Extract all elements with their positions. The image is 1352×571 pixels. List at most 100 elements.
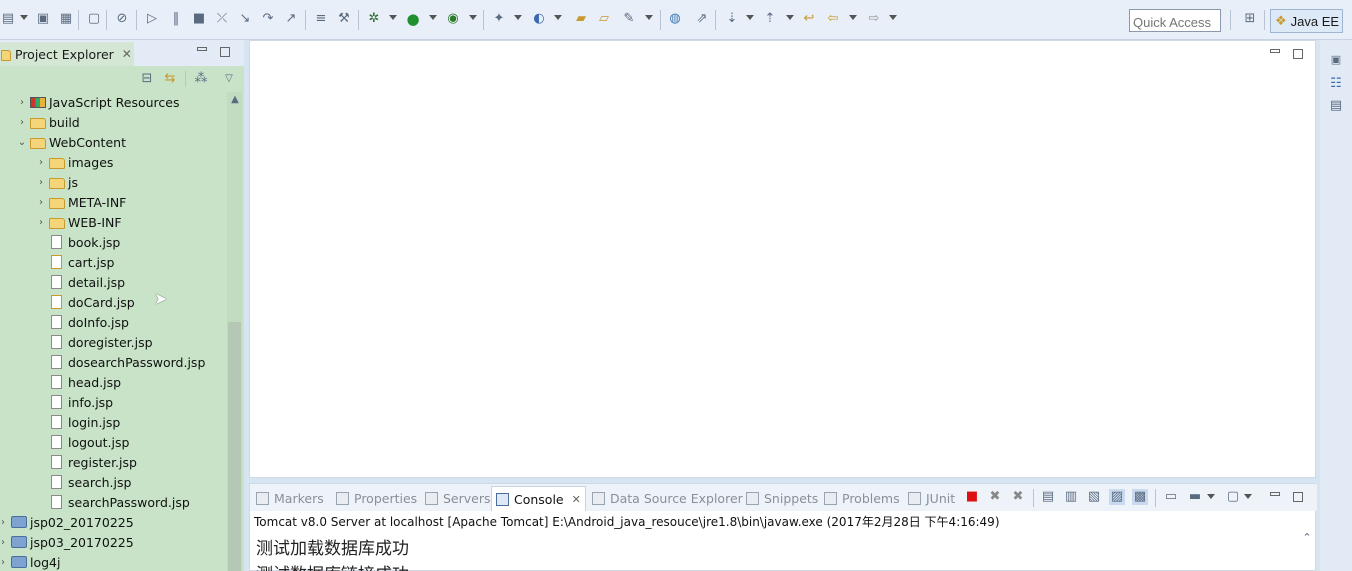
expand-icon[interactable]: › <box>35 197 47 208</box>
previous-annotation-dropdown[interactable] <box>786 15 794 20</box>
tab-markers[interactable]: Markers <box>256 489 324 507</box>
outline-icon[interactable]: ☷ <box>1328 76 1344 92</box>
open-perspective-icon[interactable]: ⊞ <box>1242 11 1258 27</box>
java-ee-perspective-button[interactable]: ❖ Java EE <box>1270 9 1343 33</box>
tree-item-meta-inf[interactable]: › META-INF <box>35 192 126 212</box>
minimize-icon[interactable] <box>1270 492 1280 496</box>
globe-icon[interactable]: ◍ <box>667 11 683 27</box>
search-icon[interactable]: ✎ <box>621 11 637 27</box>
open-console-icon[interactable]: ▢ <box>86 11 102 27</box>
last-edit-icon[interactable]: ↩ <box>801 11 817 27</box>
minimize-icon[interactable] <box>1270 49 1280 53</box>
tree-item-info-jsp[interactable]: info.jsp <box>47 392 113 412</box>
scrollbar-thumb[interactable] <box>228 322 241 571</box>
new-server-dropdown[interactable] <box>514 15 522 20</box>
open-console-dropdown[interactable] <box>1244 494 1252 499</box>
tree-item-build[interactable]: › build <box>16 112 80 132</box>
show-on-stderr-icon[interactable]: ▩ <box>1132 489 1148 505</box>
expand-icon[interactable]: › <box>35 157 47 168</box>
tree-item-search-jsp[interactable]: search.jsp <box>47 472 131 492</box>
clear-console-icon[interactable]: ▤ <box>1040 489 1056 505</box>
save-all-icon[interactable]: ▦ <box>58 11 74 27</box>
new-icon[interactable]: ▤ <box>0 11 16 27</box>
display-console-dropdown[interactable] <box>1207 494 1215 499</box>
quick-access-input[interactable] <box>1129 9 1221 32</box>
tree-item-doregister-jsp[interactable]: doregister.jsp <box>47 332 153 352</box>
next-annotation-icon[interactable]: ⇣ <box>724 11 740 27</box>
run-external-dropdown[interactable] <box>469 15 477 20</box>
tree-item-webcontent[interactable]: ⌄ WebContent <box>16 132 126 152</box>
back-dropdown[interactable] <box>849 15 857 20</box>
run-dropdown[interactable] <box>429 15 437 20</box>
tab-data-source-explorer[interactable]: Data Source Explorer <box>592 489 743 507</box>
expand-icon[interactable]: › <box>16 117 28 128</box>
servers-toolbar-icon[interactable]: ⚒ <box>336 11 352 27</box>
suspend-icon[interactable]: ‖ <box>168 11 184 27</box>
expand-icon[interactable]: › <box>0 557 9 568</box>
tab-console[interactable]: Console ✕ <box>491 486 586 511</box>
word-wrap-icon[interactable]: ▧ <box>1086 489 1102 505</box>
tree-item-js[interactable]: › js <box>35 172 78 192</box>
forward-dropdown[interactable] <box>889 15 897 20</box>
pin-console-icon[interactable]: ▭ <box>1163 489 1179 505</box>
tree-item-log4j[interactable]: › log4j <box>0 552 60 571</box>
display-console-icon[interactable]: ▬ <box>1187 489 1203 505</box>
tab-junit[interactable]: JUnit <box>908 489 955 507</box>
new-web-project-icon[interactable]: ◐ <box>531 11 547 27</box>
step-return-icon[interactable]: ↗ <box>283 11 299 27</box>
expand-icon[interactable]: › <box>35 217 47 228</box>
remove-launch-icon[interactable]: ✖ <box>987 489 1003 505</box>
skip-breakpoints-icon[interactable]: ⊘ <box>114 11 130 27</box>
tree-item-images[interactable]: › images <box>35 152 113 172</box>
filters-icon[interactable]: ⁂ <box>193 71 209 87</box>
maximize-icon[interactable] <box>1293 49 1303 59</box>
close-icon[interactable]: ✕ <box>572 493 581 506</box>
tab-servers[interactable]: Servers <box>425 489 491 507</box>
restore-icon[interactable]: ▣ <box>1328 52 1344 68</box>
close-icon[interactable]: ✕ <box>122 47 132 61</box>
next-annotation-dropdown[interactable] <box>746 15 754 20</box>
ant-icon[interactable]: ≡ <box>313 11 329 27</box>
remove-all-terminated-icon[interactable]: ✖ <box>1010 489 1026 505</box>
tree-item-book-jsp[interactable]: book.jsp <box>47 232 120 252</box>
resume-icon[interactable]: ▷ <box>144 11 160 27</box>
annotation-icon[interactable]: ⇗ <box>694 11 710 27</box>
debug-icon[interactable]: ✲ <box>366 11 382 27</box>
tree-item-searchpassword-jsp[interactable]: searchPassword.jsp <box>47 492 190 512</box>
terminate-icon[interactable]: ■ <box>964 489 980 505</box>
link-with-editor-icon[interactable]: ⇆ <box>162 71 178 87</box>
show-on-stdout-icon[interactable]: ▨ <box>1109 489 1125 505</box>
tree-item-register-jsp[interactable]: register.jsp <box>47 452 137 472</box>
expand-icon[interactable]: › <box>16 97 28 108</box>
open-task-icon[interactable]: ▱ <box>596 11 612 27</box>
run-icon[interactable]: ● <box>405 11 421 27</box>
tree-item-detail-jsp[interactable]: detail.jsp <box>47 272 125 292</box>
scroll-up-icon[interactable]: ⌃ <box>1299 530 1315 546</box>
expand-icon[interactable]: › <box>0 517 9 528</box>
expand-icon[interactable]: › <box>0 537 9 548</box>
editor-area[interactable] <box>249 40 1316 478</box>
collapse-icon[interactable]: ⌄ <box>16 137 28 148</box>
terminate-icon[interactable]: ■ <box>191 11 207 27</box>
collapse-all-icon[interactable]: ⊟ <box>139 71 155 87</box>
minimize-icon[interactable] <box>197 47 207 51</box>
search-dropdown[interactable] <box>645 15 653 20</box>
tree-item-dosearchpassword-jsp[interactable]: dosearchPassword.jsp <box>47 352 205 372</box>
tab-snippets[interactable]: Snippets <box>746 489 818 507</box>
debug-dropdown[interactable] <box>389 15 397 20</box>
open-console-icon[interactable]: ▢ <box>1225 489 1241 505</box>
tree-item-head-jsp[interactable]: head.jsp <box>47 372 121 392</box>
tree-item-jsp03[interactable]: › jsp03_20170225 <box>0 532 134 552</box>
run-external-icon[interactable]: ◉ <box>445 11 461 27</box>
tree-item-web-inf[interactable]: › WEB-INF <box>35 212 122 232</box>
expand-icon[interactable]: › <box>35 177 47 188</box>
tab-project-explorer[interactable]: Project Explorer ✕ <box>0 42 134 66</box>
save-icon[interactable]: ▣ <box>35 11 51 27</box>
scroll-lock-icon[interactable]: ▥ <box>1063 489 1079 505</box>
view-menu-icon[interactable]: ▽ <box>221 71 237 87</box>
back-icon[interactable]: ⇦ <box>825 11 841 27</box>
open-type-icon[interactable]: ▰ <box>573 11 589 27</box>
new-dropdown[interactable] <box>20 15 28 20</box>
new-web-project-dropdown[interactable] <box>554 15 562 20</box>
maximize-icon[interactable] <box>1293 492 1303 502</box>
